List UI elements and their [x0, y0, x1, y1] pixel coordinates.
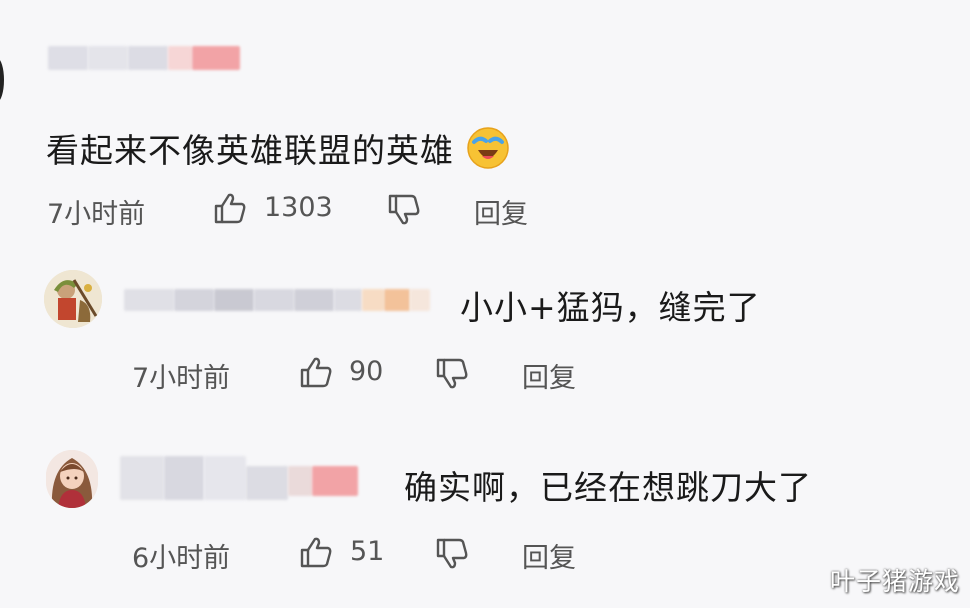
watermark: 叶子猪游戏	[829, 567, 960, 596]
thumbs-down-icon[interactable]	[434, 356, 470, 392]
like-count: 90	[349, 356, 384, 387]
avatar[interactable]	[46, 450, 98, 508]
timestamp: 6小时前	[132, 543, 231, 574]
thumbs-up-icon[interactable]	[298, 354, 334, 390]
like-count: 51	[350, 536, 385, 567]
comment-text: 看起来不像英雄联盟的英雄	[46, 124, 510, 172]
partial-avatar	[0, 58, 4, 102]
reply-button[interactable]: 回复	[474, 192, 528, 231]
like-count: 1303	[264, 192, 333, 223]
timestamp: 7小时前	[47, 199, 146, 230]
thumbs-down-icon[interactable]	[386, 192, 422, 228]
comment-text: 确实啊，已经在想跳刀大了	[404, 468, 812, 507]
timestamp: 7小时前	[132, 363, 231, 394]
thumbs-up-icon[interactable]	[212, 190, 248, 226]
reply-button[interactable]: 回复	[522, 536, 576, 575]
crying-laughing-emoji-icon	[466, 126, 510, 170]
thumbs-up-icon[interactable]	[298, 534, 334, 570]
thumbs-down-icon[interactable]	[434, 536, 470, 572]
avatar[interactable]	[44, 270, 102, 328]
reply-button[interactable]: 回复	[522, 356, 576, 395]
comment-text: 小小+猛犸，缝完了	[460, 288, 761, 327]
